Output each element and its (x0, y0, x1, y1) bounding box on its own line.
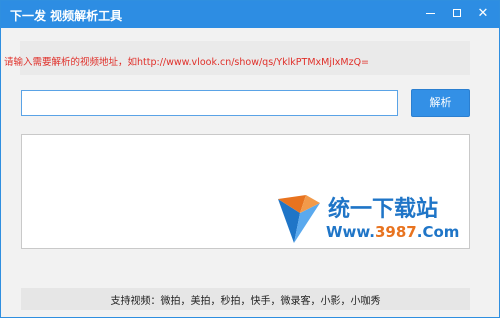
window-title: 下一发 视频解析工具 (10, 9, 123, 23)
watermark-url: Www.3987.Com (326, 223, 459, 241)
support-text: 支持视频：微拍，美拍，秒拍，快手，微录客，小影，小咖秀 (110, 296, 381, 307)
minimize-button[interactable] (421, 5, 441, 23)
close-icon: ✕ (477, 6, 489, 21)
maximize-icon (453, 9, 461, 17)
watermark-url-number: 3987 (375, 223, 417, 241)
support-bar: 支持视频：微拍，美拍，秒拍，快手，微录客，小影，小咖秀 (21, 288, 470, 310)
watermark: 统一下载站 Www.3987.Com (276, 191, 461, 253)
watermark-url-prefix: Www. (326, 223, 375, 241)
watermark-url-suffix: .Com (416, 223, 460, 241)
maximize-button[interactable] (447, 5, 467, 23)
app-window: 下一发 视频解析工具 ✕ 请输入需要解析的视频地址，如http://www.vl… (0, 0, 500, 318)
watermark-name: 统一下载站 (328, 197, 439, 222)
parse-button[interactable]: 解析 (411, 89, 470, 117)
close-button[interactable]: ✕ (473, 5, 493, 23)
watermark-logo-icon (278, 195, 320, 243)
title-bar[interactable]: 下一发 视频解析工具 ✕ (1, 1, 499, 28)
url-input[interactable] (21, 90, 398, 116)
minimize-icon (426, 13, 435, 14)
hint-text: 请输入需要解析的视频地址，如http://www.vlook.cn/show/q… (4, 57, 370, 68)
